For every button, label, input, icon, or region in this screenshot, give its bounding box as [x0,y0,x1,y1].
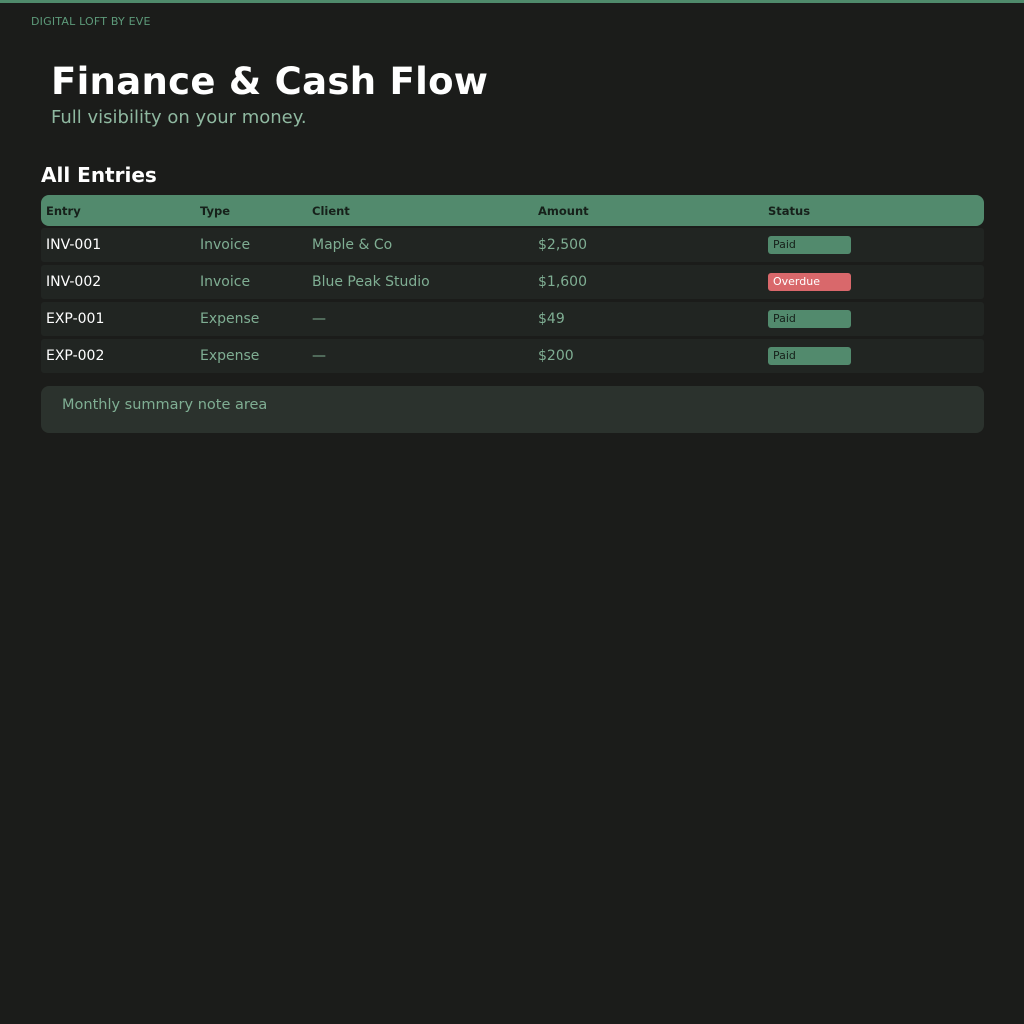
column-header-entry[interactable]: Entry [46,195,81,226]
column-header-client[interactable]: Client [312,195,350,226]
type-cell: Invoice [200,237,251,253]
status-badge[interactable]: Paid [768,236,851,254]
type-cell: Expense [200,311,260,327]
status-cell: Overdue [768,265,851,299]
type-cell: Invoice [200,274,251,290]
type-cell: Expense [200,348,260,364]
page-title: Finance & Cash Flow [51,60,489,103]
entry-cell: INV-002 [46,274,102,290]
entry-cell: EXP-001 [46,311,105,327]
amount-cell: $1,600 [538,274,587,290]
client-cell: — [312,311,326,327]
status-badge[interactable]: Paid [768,310,851,328]
amount-cell: $200 [538,348,574,364]
entries-table: Entry Type Client Amount Status INV-001 … [41,195,984,376]
top-accent-bar [0,0,1024,3]
status-cell: Paid [768,302,851,336]
status-badge[interactable]: Paid [768,347,851,365]
entry-cell: INV-001 [46,237,102,253]
column-header-type[interactable]: Type [200,195,230,226]
table-row[interactable]: EXP-001 Expense — $49 Paid [41,302,984,336]
brand-label: DIGITAL LOFT BY EVE [31,15,151,28]
note-text: Monthly summary note area [62,397,268,413]
table-row[interactable]: INV-002 Invoice Blue Peak Studio $1,600 … [41,265,984,299]
monthly-summary-note[interactable]: Monthly summary note area [41,386,984,433]
table-row[interactable]: EXP-002 Expense — $200 Paid [41,339,984,373]
amount-cell: $49 [538,311,565,327]
entry-cell: EXP-002 [46,348,105,364]
column-header-amount[interactable]: Amount [538,195,589,226]
status-badge[interactable]: Overdue [768,273,851,291]
client-cell: — [312,348,326,364]
section-title: All Entries [41,163,157,187]
status-cell: Paid [768,339,851,373]
page-subtitle: Full visibility on your money. [51,107,307,128]
client-cell: Blue Peak Studio [312,274,430,290]
status-cell: Paid [768,228,851,262]
table-header-row: Entry Type Client Amount Status [41,195,984,226]
amount-cell: $2,500 [538,237,587,253]
client-cell: Maple & Co [312,237,393,253]
column-header-status[interactable]: Status [768,195,810,226]
table-row[interactable]: INV-001 Invoice Maple & Co $2,500 Paid [41,228,984,262]
